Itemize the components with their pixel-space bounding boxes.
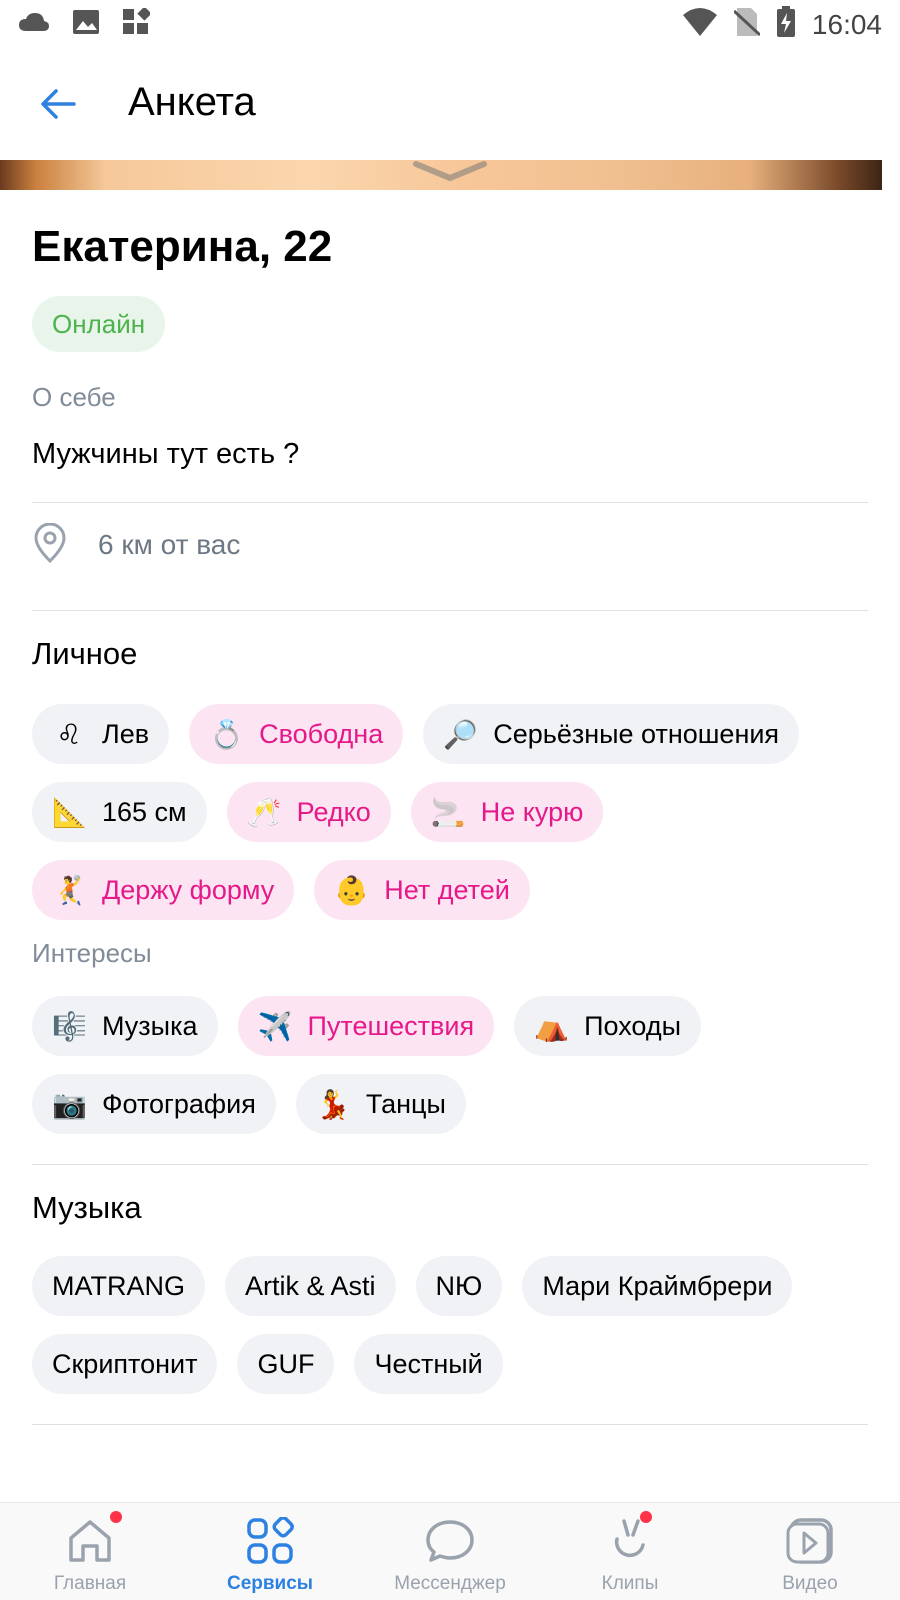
chip-artist[interactable]: NЮ	[415, 1256, 503, 1316]
personal-chips-row-1: ♌ Лев 💍 Свободна 🔎 Серьёзные отношения	[32, 704, 800, 764]
location-pin-icon	[32, 522, 68, 568]
chip-label: Редко	[296, 796, 371, 827]
profile-name-age: Екатерина, 22	[32, 222, 333, 271]
nav-item-clips[interactable]: Клипы	[540, 1503, 720, 1600]
chip-artist[interactable]: GUF	[237, 1334, 335, 1394]
online-status-badge: Онлайн	[32, 296, 166, 352]
nav-item-services[interactable]: Сервисы	[180, 1503, 360, 1600]
airplane-icon: ✈️	[257, 1009, 293, 1043]
notification-dot	[640, 1511, 652, 1523]
nav-item-video[interactable]: Видео	[720, 1503, 900, 1600]
services-icon	[242, 1513, 298, 1569]
status-bar: 16:04	[0, 0, 900, 48]
distance-row: 6 км от вас	[32, 520, 240, 570]
magnifier-icon: 🔎	[443, 717, 479, 751]
chip-label: Нет детей	[384, 874, 510, 905]
chip-label: Держу форму	[102, 874, 275, 905]
chip-artist[interactable]: Скриптонит	[32, 1334, 218, 1394]
no-sim-icon	[732, 7, 761, 42]
chip-label: Музыка	[102, 1010, 198, 1041]
arrow-left-icon	[38, 88, 78, 125]
chip-fitness[interactable]: 🤾 Держу форму	[32, 860, 295, 920]
cloud-icon	[18, 11, 50, 38]
chip-height[interactable]: 📐 165 см	[32, 782, 207, 842]
section-title-music: Музыка	[32, 1190, 142, 1225]
page-title: Анкета	[128, 80, 256, 124]
distance-text: 6 км от вас	[98, 529, 241, 560]
chip-artist[interactable]: Мари Краймбрери	[522, 1256, 793, 1316]
dancer-icon: 💃	[315, 1087, 351, 1121]
handball-icon: 🤾	[52, 873, 87, 907]
profile-photo[interactable]	[0, 160, 882, 190]
chip-label: Походы	[584, 1010, 681, 1041]
notification-dot	[110, 1511, 122, 1523]
nav-label: Клипы	[601, 1573, 659, 1594]
video-icon	[782, 1513, 838, 1569]
chip-label: Путешествия	[307, 1010, 475, 1041]
music-chips-row-1: MATRANG Artik & Asti NЮ Мари Краймбрери	[32, 1256, 793, 1316]
divider	[32, 1164, 868, 1165]
divider	[32, 1424, 868, 1425]
status-time: 16:04	[811, 8, 882, 40]
tent-icon: ⛺	[534, 1009, 569, 1043]
interests-chips-row-2: 📷 Фотография 💃 Танцы	[32, 1074, 466, 1134]
chip-smoking[interactable]: 🚬 Не курю	[410, 782, 604, 842]
nav-label: Сервисы	[226, 1573, 314, 1594]
ruler-icon: 📐	[52, 795, 87, 829]
home-icon	[62, 1513, 118, 1569]
music-score-icon: 🎼	[52, 1009, 87, 1043]
chip-label: Танцы	[365, 1088, 446, 1119]
personal-chips-row-3: 🤾 Держу форму 👶 Нет детей	[32, 860, 530, 920]
interests-chips-row-1: 🎼 Музыка ✈️ Путешествия ⛺ Походы	[32, 996, 701, 1056]
zodiac-leo-icon: ♌	[56, 717, 82, 751]
chip-label: 165 см	[102, 796, 187, 827]
about-label: О себе	[32, 382, 116, 412]
camera-icon: 📷	[52, 1087, 87, 1121]
about-text: Мужчины тут есть ?	[32, 438, 300, 470]
top-app-bar: Анкета	[0, 56, 900, 156]
cigarette-icon: 🚬	[430, 795, 466, 829]
chip-looking-for[interactable]: 🔎 Серьёзные отношения	[423, 704, 800, 764]
chip-artist[interactable]: MATRANG	[32, 1256, 205, 1316]
back-button[interactable]	[30, 78, 86, 134]
music-chips-row-2: Скриптонит GUF Честный	[32, 1334, 503, 1394]
section-title-personal: Личное	[32, 636, 138, 671]
wifi-icon	[682, 7, 718, 42]
personal-chips-row-2: 📐 165 см 🥂 Редко 🚬 Не курю	[32, 782, 604, 842]
chip-interest-travel[interactable]: ✈️ Путешествия	[237, 996, 495, 1056]
battery-charging-icon	[776, 6, 796, 43]
chip-interest-photo[interactable]: 📷 Фотография	[32, 1074, 276, 1134]
chip-children[interactable]: 👶 Нет детей	[314, 860, 530, 920]
chip-interest-dance[interactable]: 💃 Танцы	[295, 1074, 466, 1134]
ring-icon: 💍	[209, 717, 244, 751]
baby-icon: 👶	[334, 873, 370, 907]
nav-label: Видео	[782, 1573, 838, 1594]
chip-interest-music[interactable]: 🎼 Музыка	[32, 996, 218, 1056]
image-icon	[72, 8, 100, 41]
chip-label: Фотография	[102, 1088, 256, 1119]
nav-item-home[interactable]: Главная	[0, 1503, 180, 1600]
chip-artist[interactable]: Честный	[354, 1334, 503, 1394]
chip-label: Серьёзные отношения	[493, 718, 780, 749]
chip-artist[interactable]: Artik & Asti	[225, 1256, 396, 1316]
chip-label: Лев	[102, 718, 150, 749]
widgets-icon	[122, 6, 152, 41]
interests-label: Интересы	[32, 938, 152, 968]
chip-label: Свободна	[259, 718, 384, 749]
nav-label: Мессенджер	[394, 1573, 506, 1594]
nav-label: Главная	[53, 1573, 127, 1594]
chevron-down-icon[interactable]	[410, 160, 490, 189]
nav-item-messenger[interactable]: Мессенджер	[360, 1503, 540, 1600]
divider	[32, 610, 868, 611]
chip-relationship-status[interactable]: 💍 Свободна	[189, 704, 404, 764]
chip-label: Не курю	[480, 796, 584, 827]
bottom-navigation: Главная Сервисы Мессенджер Клипы Видео	[0, 1502, 900, 1600]
chip-interest-hiking[interactable]: ⛺ Походы	[514, 996, 701, 1056]
champagne-icon: 🥂	[246, 795, 282, 829]
chip-alcohol[interactable]: 🥂 Редко	[226, 782, 391, 842]
messenger-icon	[422, 1513, 478, 1569]
chip-zodiac[interactable]: ♌ Лев	[32, 704, 170, 764]
divider	[32, 502, 868, 503]
